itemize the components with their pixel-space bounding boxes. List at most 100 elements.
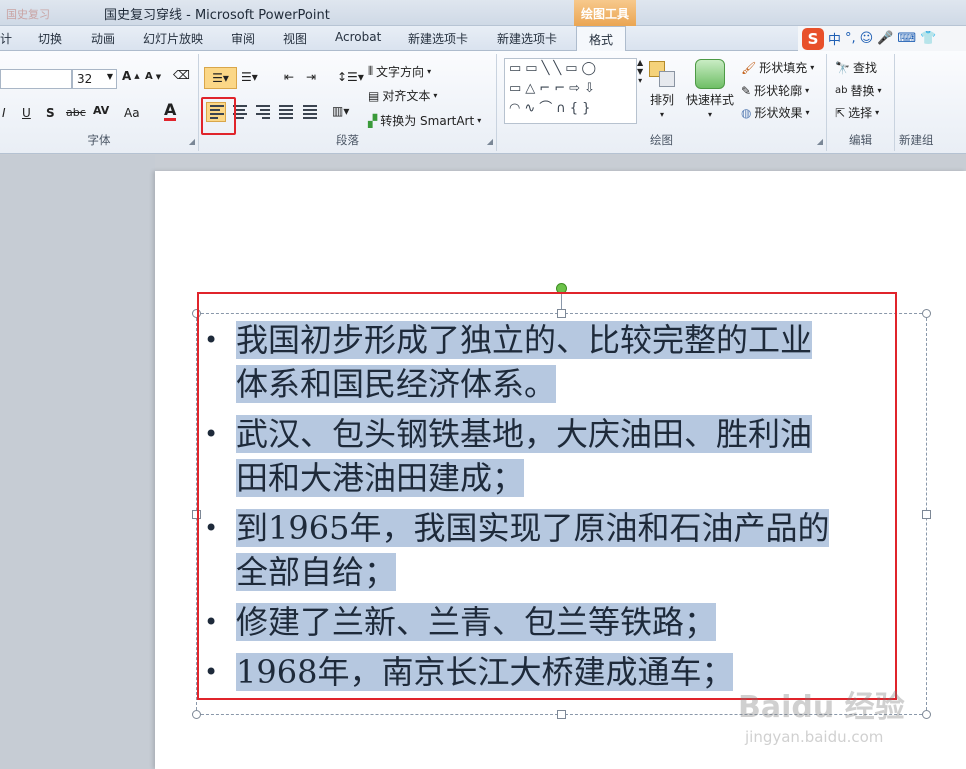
resize-handle-right[interactable] [922, 510, 931, 519]
quick-styles-button[interactable]: 快速样式 ▾ [686, 59, 734, 119]
down-arrow-shape-icon[interactable]: ⇩ [584, 81, 595, 97]
drawing-group: ▭ ▭ ╲ ╲ ▭ ◯ ▭ △ ⌐ ⌐ ⇨ ⇩ ◠ ∿ ⌒ ∩ { } ▲ ▼ … [497, 54, 827, 151]
grow-font-label: A [122, 69, 132, 83]
tab-acrobat[interactable]: Acrobat [335, 30, 381, 44]
text-direction-button[interactable]: ⫴ 文字方向 ▾ [368, 63, 431, 80]
curve-shape-icon[interactable]: ∩ [556, 101, 566, 117]
tab-animations[interactable]: 动画 [91, 30, 115, 47]
resize-handle-bottom-left[interactable] [192, 710, 201, 719]
arrow-line-shape-icon[interactable]: ╲ [553, 61, 561, 77]
align-text-button[interactable]: ▤ 对齐文本 ▾ [368, 87, 437, 104]
shrink-font-label: A [145, 71, 153, 82]
oval-shape-icon[interactable]: ◯ [582, 61, 597, 77]
underline-button[interactable]: U [22, 106, 31, 120]
find-button[interactable]: 🔭 查找 [835, 59, 877, 76]
cursor-icon: ⇱ [835, 105, 846, 120]
textbox-shape-icon[interactable]: ▭ [509, 61, 521, 77]
quick-styles-label: 快速样式 [686, 93, 735, 107]
numbering-button[interactable]: ☰▾ [241, 70, 258, 84]
freeform-shape-icon[interactable]: ∿ [524, 101, 535, 117]
elbow-connector-shape-icon[interactable]: ⌐ [539, 81, 550, 97]
justify-button[interactable] [276, 102, 296, 122]
new-group: 新建组 [895, 54, 966, 151]
shape-fill-button[interactable]: 🖌 形状填充 ▾ [741, 59, 814, 76]
ime-toolbar: S 中 °, ☺ 🎤 ⌨ 👕 [798, 26, 966, 51]
shrink-font-button[interactable]: A ▼ [145, 71, 161, 82]
arrange-button[interactable]: 排列 ▾ [647, 59, 677, 119]
right-brace-shape-icon[interactable]: } [582, 101, 590, 117]
decrease-indent-button[interactable]: ⇤ [284, 70, 294, 84]
ribbon-tab-bar: 计 切换 动画 幻灯片放映 审阅 视图 Acrobat 新建选项卡 新建选项卡 … [0, 26, 966, 52]
shadow-button[interactable]: S [46, 106, 55, 120]
highlight-annotation-box [201, 97, 236, 135]
resize-handle-bottom-right[interactable] [922, 710, 931, 719]
tab-slideshow[interactable]: 幻灯片放映 [143, 30, 203, 47]
quick-access-ghost-text: 国史复习 [6, 8, 50, 21]
editing-group: 🔭 查找 ab 替换 ▾ ⇱ 选择 ▾ 编辑 [827, 54, 895, 151]
cloud-shape-icon[interactable]: ◠ [509, 101, 520, 117]
shapes-row: ▭ ▭ ╲ ╲ ▭ ◯ [505, 59, 636, 79]
line-spacing-button[interactable]: ↕☰▾ [337, 70, 364, 84]
font-size-combo[interactable]: 32 ▼ [72, 69, 117, 89]
find-icon: 🔭 [835, 60, 850, 75]
shape-outline-button[interactable]: ✎ 形状轮廓 ▾ [741, 82, 809, 99]
char-spacing-button[interactable]: AV [93, 104, 109, 117]
ime-emoji-icon[interactable]: ☺ [860, 31, 874, 46]
columns-button[interactable]: ▥▾ [332, 104, 349, 118]
dialog-launcher-icon[interactable]: ◢ [189, 137, 195, 146]
increase-indent-button[interactable]: ⇥ [306, 70, 316, 84]
replace-button[interactable]: ab 替换 ▾ [835, 82, 882, 99]
ime-mic-icon[interactable]: 🎤 [877, 31, 893, 46]
quick-styles-icon [695, 59, 725, 89]
line-shape-icon[interactable]: ╲ [542, 61, 550, 77]
resize-handle-top-right[interactable] [922, 309, 931, 318]
dialog-launcher-icon[interactable]: ◢ [817, 137, 823, 146]
scroll-up-icon: ▲ [637, 58, 644, 67]
ime-lang-toggle[interactable]: 中 [828, 29, 841, 48]
align-right-button[interactable] [253, 102, 273, 122]
shape-effects-button[interactable]: ◍ 形状效果 ▾ [741, 104, 810, 121]
bullets-button[interactable]: ☰▾ [204, 67, 237, 89]
right-arrow-shape-icon[interactable]: ⇨ [569, 81, 580, 97]
font-name-combo[interactable] [0, 69, 72, 89]
tab-view[interactable]: 视图 [283, 30, 307, 47]
arrange-label: 排列 [649, 93, 674, 107]
font-color-button[interactable]: A [164, 102, 177, 121]
slide-thumbnail-pane[interactable] [0, 155, 155, 769]
dialog-launcher-icon[interactable]: ◢ [487, 137, 493, 146]
ime-punct-toggle[interactable]: °, [845, 31, 856, 46]
shapes-gallery[interactable]: ▭ ▭ ╲ ╲ ▭ ◯ ▭ △ ⌐ ⌐ ⇨ ⇩ ◠ ∿ ⌒ ∩ { } [504, 58, 637, 124]
ime-skin-icon[interactable]: 👕 [920, 31, 936, 46]
contextual-tab-drawing-tools[interactable]: 绘图工具 [574, 0, 636, 26]
ime-keyboard-icon[interactable]: ⌨ [897, 31, 916, 46]
triangle-shape-icon[interactable]: △ [525, 81, 535, 97]
smartart-label: 转换为 SmartArt [380, 114, 475, 128]
left-brace-shape-icon[interactable]: { [570, 101, 578, 117]
strikethrough-button[interactable]: abc [66, 106, 86, 119]
select-button[interactable]: ⇱ 选择 ▾ [835, 104, 879, 121]
tab-new-1[interactable]: 新建选项卡 [408, 30, 468, 47]
clear-format-icon[interactable]: ⌫ [173, 68, 190, 82]
chevron-down-icon: ▾ [877, 86, 882, 95]
arc-shape-icon[interactable]: ⌒ [539, 101, 552, 117]
tab-review[interactable]: 审阅 [231, 30, 255, 47]
tab-design[interactable]: 计 [0, 30, 12, 47]
shapes-gallery-scroll[interactable]: ▲ ▼ ▾ [637, 58, 643, 85]
resize-handle-bottom[interactable] [557, 710, 566, 719]
vertical-textbox-shape-icon[interactable]: ▭ [525, 61, 537, 77]
change-case-button[interactable]: Aa [124, 106, 140, 120]
pen-icon: ✎ [741, 83, 752, 98]
tab-new-2[interactable]: 新建选项卡 [497, 30, 557, 47]
sogou-logo-icon[interactable]: S [802, 27, 824, 50]
tab-transitions[interactable]: 切换 [38, 30, 62, 47]
elbow-arrow-shape-icon[interactable]: ⌐ [554, 81, 565, 97]
shape-fill-label: 形状填充 [759, 61, 808, 75]
rounded-rect-shape-icon[interactable]: ▭ [509, 81, 521, 97]
rectangle-shape-icon[interactable]: ▭ [565, 61, 577, 77]
grow-font-button[interactable]: A ▲ [122, 69, 140, 83]
distributed-button[interactable] [300, 102, 320, 122]
tab-format[interactable]: 格式 [576, 26, 627, 52]
italic-button[interactable]: I [2, 106, 6, 120]
convert-smartart-button[interactable]: ▞ 转换为 SmartArt ▾ [368, 112, 481, 129]
chevron-down-icon: ▾ [805, 86, 810, 95]
